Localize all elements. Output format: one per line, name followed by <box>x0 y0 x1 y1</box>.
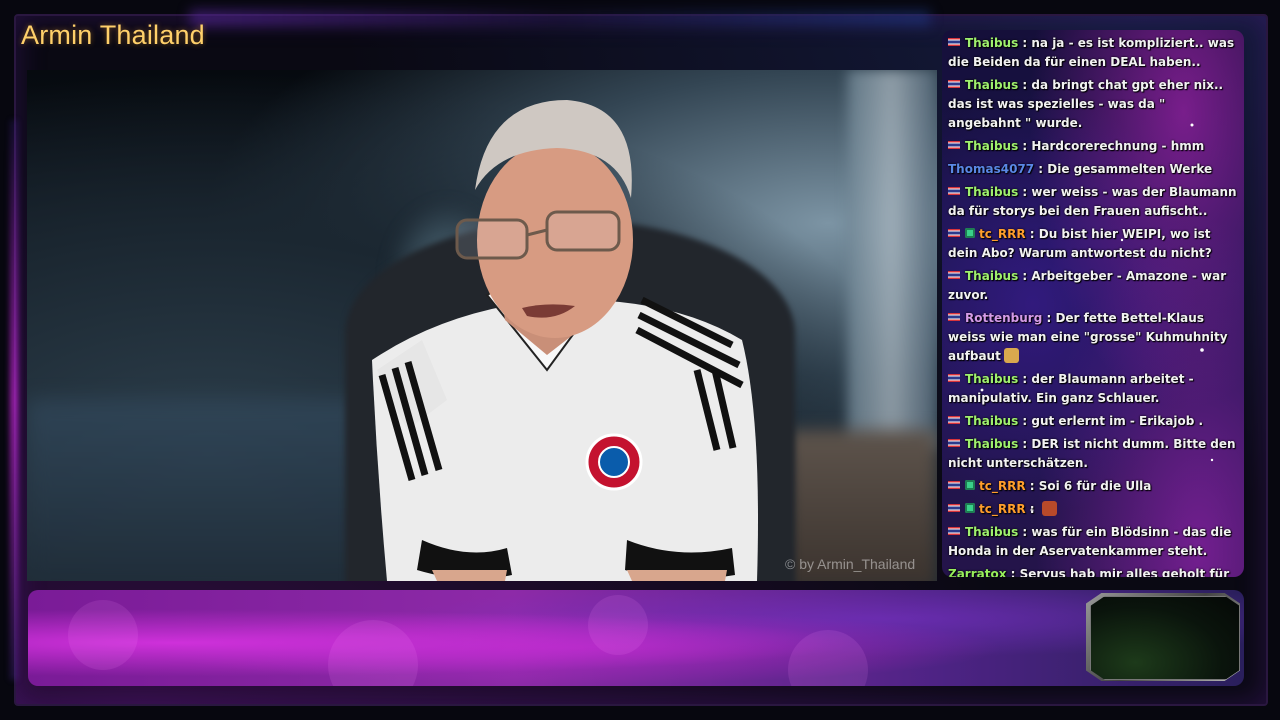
chat-message: Zarratox : Servus hab mir alles geholt f… <box>948 565 1238 577</box>
chat-message: tc_RRR : Soi 6 für die Ulla <box>948 477 1238 496</box>
mini-camera-view[interactable] <box>1090 596 1240 680</box>
chat-username[interactable]: Thomas4077 <box>948 162 1034 176</box>
chat-username[interactable]: Zarratox <box>948 567 1006 577</box>
chat-text: Die gesammelten Werke <box>1047 162 1213 176</box>
chat-message: Thaibus : DER ist nicht dumm. Bitte den … <box>948 435 1238 473</box>
chat-message: Thaibus : was für ein Blödsinn - das die… <box>948 523 1238 561</box>
chat-separator: : <box>1018 414 1032 428</box>
chat-message: Thaibus : wer weiss - was der Blaumann d… <box>948 183 1238 221</box>
thai-flag-icon <box>948 187 960 195</box>
chat-separator: : <box>1018 78 1032 92</box>
chat-separator: : <box>1018 139 1032 153</box>
chat-separator: : <box>1025 479 1039 493</box>
chat-message: Thaibus : Hardcorerechnung - hmm <box>948 137 1238 156</box>
chat-username[interactable]: Thaibus <box>965 139 1018 153</box>
chat-message: tc_RRR : <box>948 500 1238 519</box>
chat-username[interactable]: Thaibus <box>965 414 1018 428</box>
chat-message: Thomas4077 : Die gesammelten Werke <box>948 160 1238 179</box>
thai-flag-icon <box>948 313 960 321</box>
thai-flag-icon <box>948 141 960 149</box>
chat-separator: : <box>1018 372 1032 386</box>
video-watermark: © by Armin_Thailand <box>785 556 916 572</box>
chat-username[interactable]: Rottenburg <box>965 311 1042 325</box>
chat-separator: : <box>1006 567 1020 577</box>
chat-username[interactable]: Thaibus <box>965 525 1018 539</box>
thai-flag-icon <box>948 527 960 535</box>
thai-flag-icon <box>948 504 960 512</box>
chat-text: Soi 6 für die Ulla <box>1038 479 1152 493</box>
thai-flag-icon <box>948 481 960 489</box>
subscriber-badge-icon <box>965 480 975 490</box>
bokeh-light <box>328 620 418 686</box>
chat-separator: : <box>1042 311 1056 325</box>
chat-message: Thaibus : na ja - es ist kompliziert.. w… <box>948 34 1238 72</box>
chat-message: Thaibus : gut erlernt im - Erikajob . <box>948 412 1238 431</box>
channel-title: Armin Thailand <box>21 20 205 50</box>
chat-separator: : <box>1018 437 1032 451</box>
chat-separator: : <box>1018 185 1032 199</box>
box-emote-icon <box>1041 501 1057 516</box>
bokeh-light <box>588 595 648 655</box>
chat-username[interactable]: tc_RRR <box>979 227 1026 241</box>
bokeh-light <box>788 630 868 686</box>
chat-username[interactable]: Thaibus <box>965 78 1018 92</box>
chat-username[interactable]: tc_RRR <box>979 479 1026 493</box>
streamer-figure <box>372 100 758 581</box>
clap-emote-icon <box>1003 348 1019 363</box>
top-glow-decoration <box>190 10 930 26</box>
chat-separator: : <box>1025 227 1039 241</box>
thai-flag-icon <box>948 80 960 88</box>
bottom-banner <box>28 590 1244 686</box>
chat-message: tc_RRR : Du bist hier WEIPI, wo ist dein… <box>948 225 1238 263</box>
thai-flag-icon <box>948 38 960 46</box>
thai-flag-icon <box>948 416 960 424</box>
chat-message: Thaibus : der Blaumann arbeitet - manipu… <box>948 370 1238 408</box>
chat-username[interactable]: Thaibus <box>965 185 1018 199</box>
chat-message: Thaibus : da bringt chat gpt eher nix.. … <box>948 76 1238 133</box>
chat-username[interactable]: Thaibus <box>965 372 1018 386</box>
subscriber-badge-icon <box>965 228 975 238</box>
chat-separator: : <box>1034 162 1048 176</box>
thai-flag-icon <box>948 271 960 279</box>
left-glow-decoration <box>10 120 18 680</box>
bokeh-light <box>68 600 138 670</box>
thai-flag-icon <box>948 374 960 382</box>
chat-username[interactable]: Thaibus <box>965 437 1018 451</box>
chat-message-list: Thaibus : na ja - es ist kompliziert.. w… <box>948 34 1238 577</box>
chat-message: Thaibus : Arbeitgeber - Amazone - war zu… <box>948 267 1238 305</box>
webcam-video[interactable]: © by Armin_Thailand <box>27 70 937 581</box>
chat-separator: : <box>1018 269 1032 283</box>
subscriber-badge-icon <box>965 503 975 513</box>
chat-username[interactable]: Thaibus <box>965 36 1018 50</box>
thai-flag-icon <box>948 439 960 447</box>
thai-flag-icon <box>948 229 960 237</box>
chat-separator: : <box>1018 525 1032 539</box>
chat-separator: : <box>1025 502 1039 516</box>
chat-username[interactable]: Thaibus <box>965 269 1018 283</box>
chat-username[interactable]: tc_RRR <box>979 502 1026 516</box>
chat-overlay[interactable]: Thaibus : na ja - es ist kompliziert.. w… <box>942 30 1244 577</box>
chat-separator: : <box>1018 36 1032 50</box>
chat-text: Hardcorerechnung - hmm <box>1031 139 1205 153</box>
chat-message: Rottenburg : Der fette Bettel-Klaus weis… <box>948 309 1238 366</box>
chat-text: gut erlernt im - Erikajob . <box>1031 414 1204 428</box>
